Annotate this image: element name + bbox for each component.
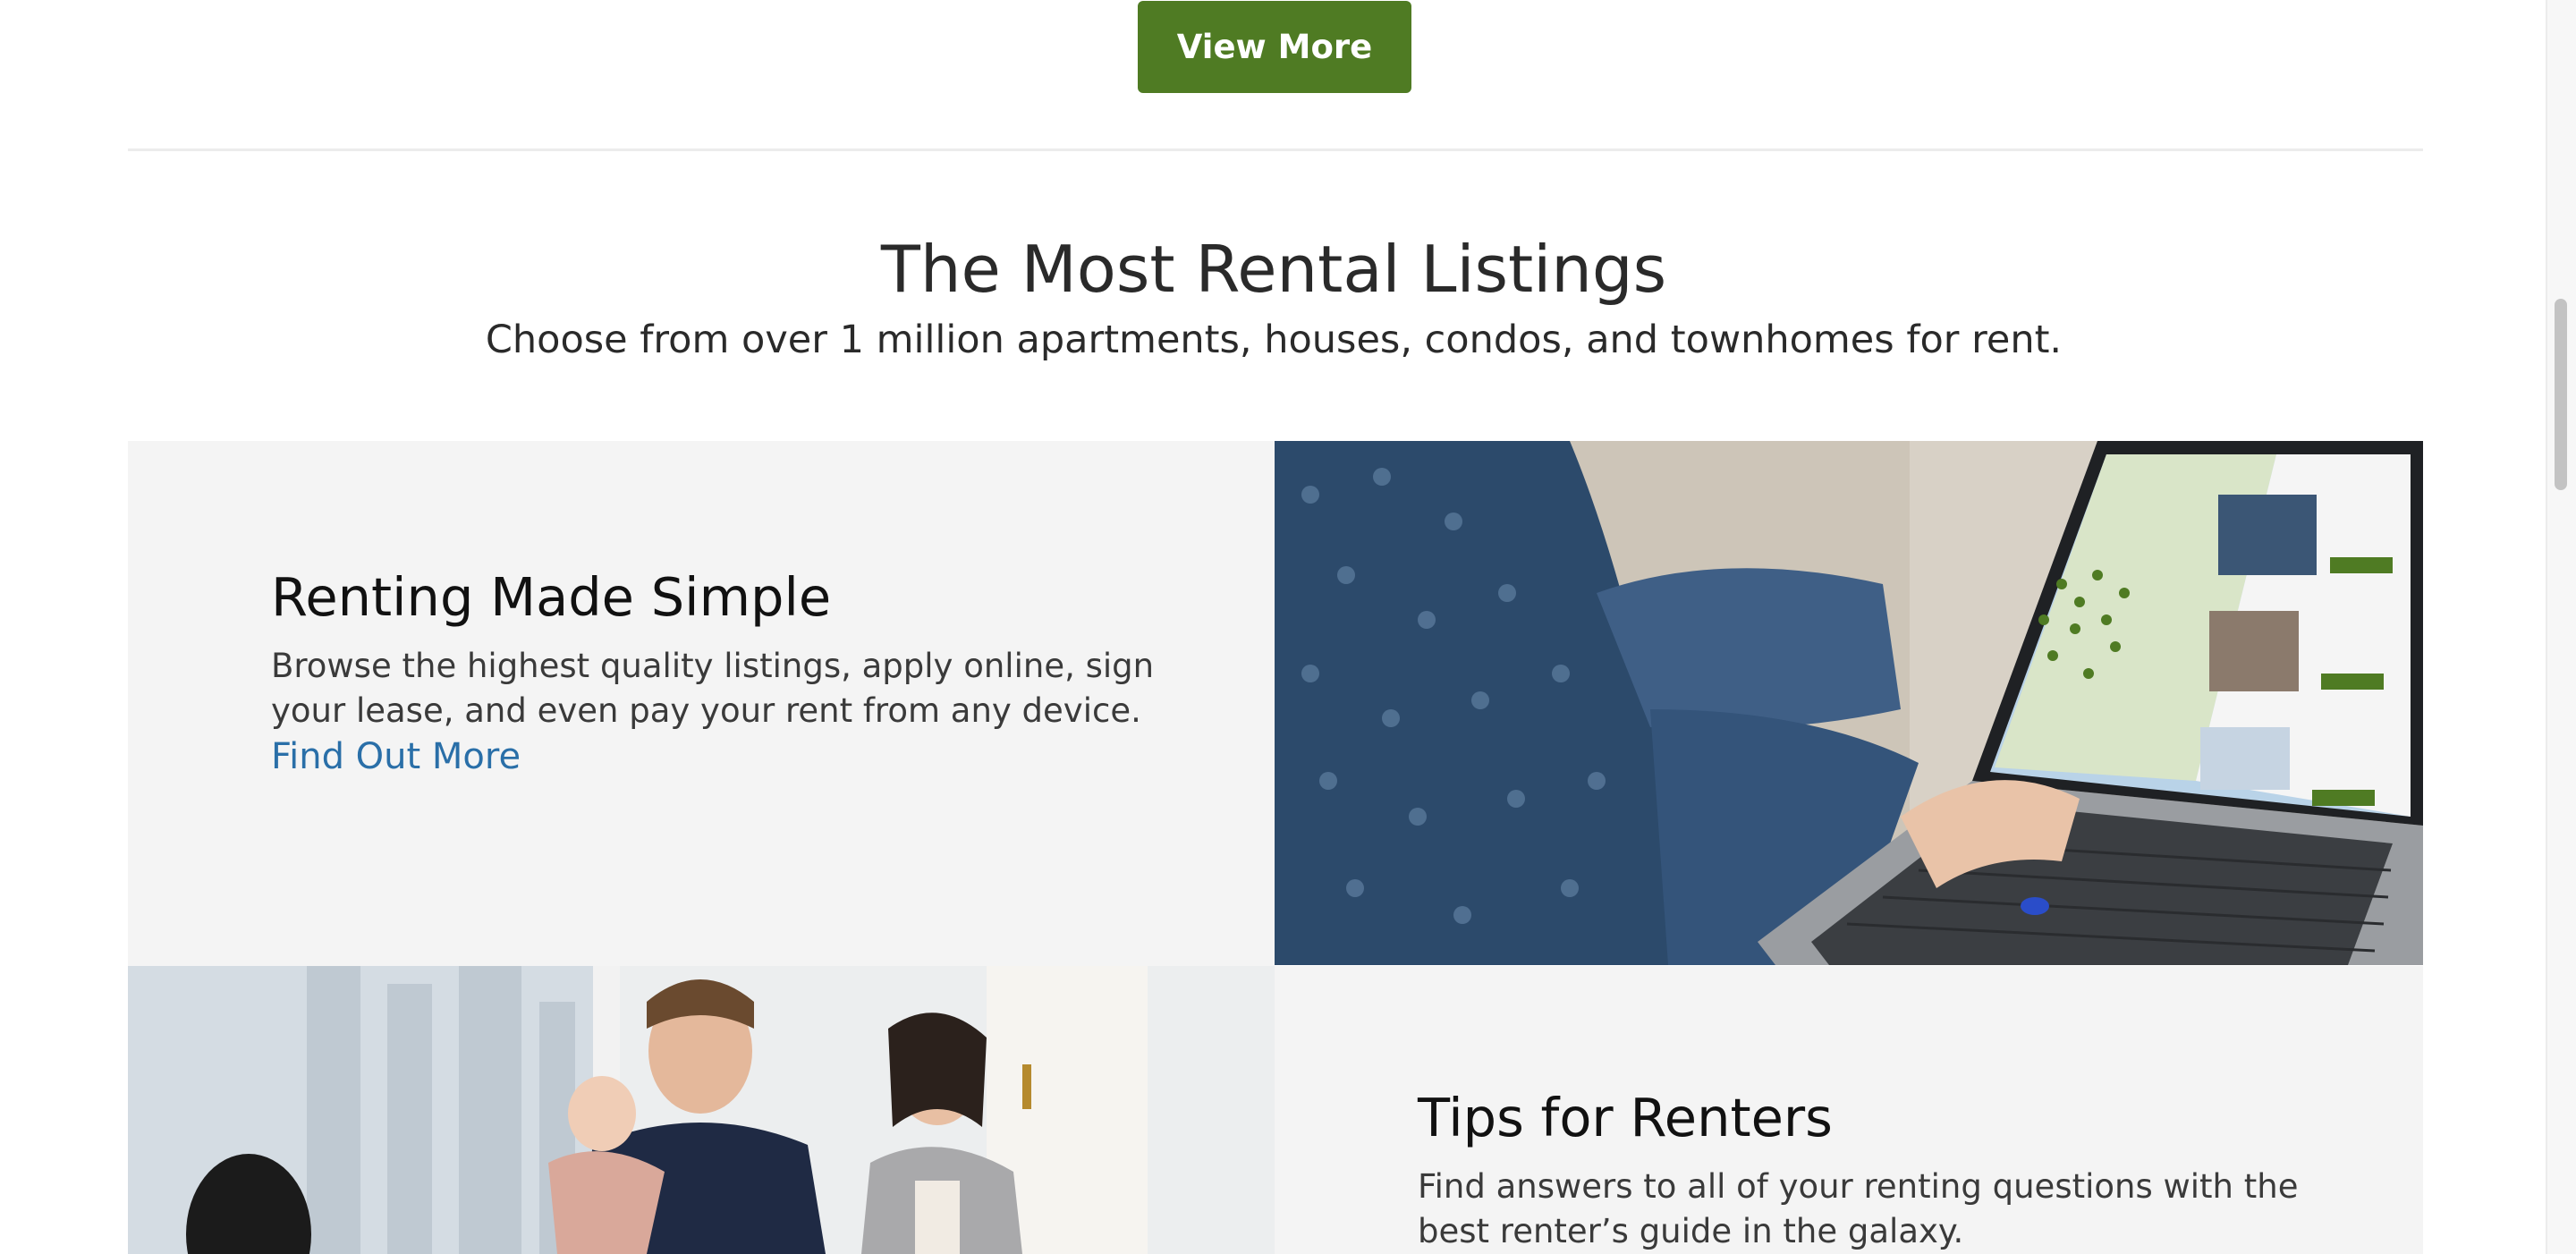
- page-scrollbar[interactable]: [2546, 0, 2576, 1254]
- section-subtitle: Choose from over 1 million apartments, h…: [485, 318, 2063, 362]
- scrollbar-thumb[interactable]: [2555, 299, 2567, 490]
- family-photo-illustration: [128, 966, 1275, 1254]
- laptop-rental-map-photo: [1275, 441, 2423, 965]
- section-title: The Most Rental Listings: [880, 232, 1667, 307]
- renting-made-simple-card: Renting Made Simple Browse the highest q…: [128, 441, 1275, 966]
- laptop-photo-illustration: [1275, 441, 2423, 965]
- view-more-button[interactable]: View More: [1138, 1, 1411, 93]
- card-body: Browse the highest quality listings, app…: [271, 647, 1155, 730]
- family-moving-in-photo: [128, 966, 1275, 1254]
- section-divider: [128, 148, 2423, 151]
- find-out-more-link[interactable]: Find Out More: [271, 736, 521, 777]
- card-heading: Tips for Renters: [1418, 1087, 1833, 1148]
- page: View More The Most Rental Listings Choos…: [0, 0, 2576, 1254]
- card-body: Find answers to all of your renting ques…: [1418, 1167, 2299, 1250]
- card-heading: Renting Made Simple: [271, 566, 832, 628]
- tips-for-renters-card: Tips for Renters Find answers to all of …: [1275, 966, 2423, 1254]
